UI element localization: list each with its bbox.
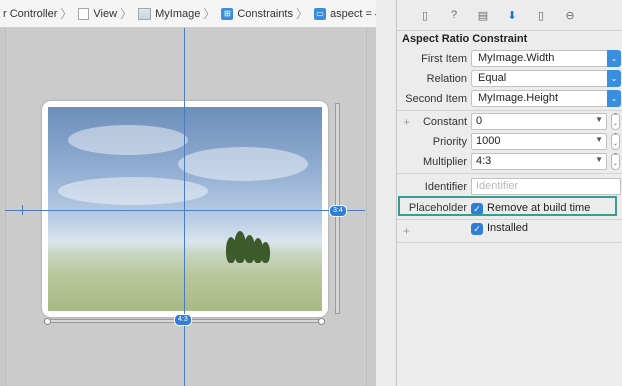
dropdown-arrow-icon: ▼ xyxy=(595,155,603,164)
constant-stepper[interactable]: ⌃ ⌄ xyxy=(611,113,620,130)
multiplier-stepper[interactable]: ⌃ ⌄ xyxy=(611,153,620,170)
installed-row: + ✓ Installed xyxy=(397,222,622,242)
center-guide-vertical xyxy=(184,28,185,386)
dropdown-arrow-icon: ▼ xyxy=(595,135,603,144)
image-view-icon xyxy=(138,7,152,20)
installed-checkbox-label[interactable]: Installed xyxy=(487,222,528,234)
resize-handle[interactable] xyxy=(318,318,325,325)
constraint-icon: ▭ xyxy=(314,7,327,20)
resize-handle[interactable] xyxy=(44,318,51,325)
jump-bar-myimage-label: MyImage xyxy=(155,7,201,20)
chevron-right-icon: 〉 xyxy=(120,7,133,21)
relation-row: Relation Equal ⌄ xyxy=(397,70,622,90)
identifier-placeholder: Identifier xyxy=(476,180,519,192)
inspector-tabs: ▯ ? ▤ ⬇ ▯ ⊖ xyxy=(397,0,622,31)
first-item-row: First Item MyImage.Width ⌄ xyxy=(397,50,622,70)
relation-value: Equal xyxy=(478,72,507,84)
constant-value: 0 xyxy=(476,115,483,127)
center-guide-horizontal xyxy=(5,210,365,211)
dropdown-arrow-icon: ▼ xyxy=(595,115,603,124)
priority-label: Priority xyxy=(432,136,467,148)
jump-bar-item-myimage[interactable]: MyImage xyxy=(138,7,201,20)
second-item-label: Second Item xyxy=(405,93,467,105)
priority-combo[interactable]: 1000 ▼ xyxy=(471,133,607,150)
view-icon xyxy=(78,7,90,20)
priority-value: 1000 xyxy=(476,135,501,147)
chevron-down-icon: ⌄ xyxy=(607,50,621,67)
section-title: Aspect Ratio Constraint xyxy=(402,33,528,45)
identity-icon[interactable]: ▤ xyxy=(477,9,489,22)
cloud-shape xyxy=(178,147,308,181)
second-item-popup[interactable]: MyImage.Height ⌄ xyxy=(471,90,621,107)
identifier-field[interactable]: Identifier xyxy=(471,178,621,195)
divider xyxy=(397,219,622,220)
first-item-popup[interactable]: MyImage.Width ⌄ xyxy=(471,50,621,67)
connections-icon[interactable]: ⊖ xyxy=(564,9,576,22)
identifier-label: Identifier xyxy=(424,181,467,193)
jump-bar: r Controller 〉 View 〉 MyImage 〉 ⊞ Constr… xyxy=(0,0,376,28)
canvas-area: r Controller 〉 View 〉 MyImage 〉 ⊞ Constr… xyxy=(0,0,376,386)
jump-bar-item-view[interactable]: View xyxy=(78,7,118,20)
placeholder-highlight xyxy=(398,196,617,216)
first-item-label: First Item xyxy=(421,53,467,65)
divider xyxy=(397,110,622,111)
jump-bar-aspect-label: aspect = 4:3 xyxy=(330,7,376,20)
file-icon[interactable]: ▯ xyxy=(419,9,431,22)
constant-row: + Constant 0 ▼ ⌃ ⌄ xyxy=(397,113,622,133)
plus-icon[interactable]: + xyxy=(403,224,410,238)
priority-row: Priority 1000 ▼ ⌃ ⌄ xyxy=(397,133,622,153)
relation-popup[interactable]: Equal ⌄ xyxy=(471,70,621,87)
plus-icon[interactable]: + xyxy=(403,115,410,129)
constant-label: Constant xyxy=(422,116,467,128)
chevron-right-icon: 〉 xyxy=(60,7,73,21)
chevron-down-icon: ⌄ xyxy=(607,90,621,107)
priority-stepper[interactable]: ⌃ ⌄ xyxy=(611,133,620,150)
image-view-photo[interactable] xyxy=(48,107,322,311)
first-item-value: MyImage.Width xyxy=(478,52,555,64)
multiplier-value: 4:3 xyxy=(476,155,492,167)
constant-combo[interactable]: 0 ▼ xyxy=(471,113,607,130)
second-item-value: MyImage.Height xyxy=(478,92,559,104)
help-icon[interactable]: ? xyxy=(448,9,460,21)
constraints-icon: ⊞ xyxy=(221,7,234,20)
jump-bar-item-controller[interactable]: r Controller xyxy=(3,8,57,20)
multiplier-row: Multiplier 4:3 ▼ ⌃ ⌄ xyxy=(397,153,622,173)
chevron-right-icon: 〉 xyxy=(296,7,309,21)
multiplier-label: Multiplier xyxy=(422,156,467,168)
identifier-row: Identifier Identifier xyxy=(397,178,622,198)
jump-bar-controller-label: r Controller xyxy=(3,7,58,20)
divider xyxy=(397,242,622,243)
attributes-icon[interactable]: ⬇ xyxy=(506,9,518,22)
jump-bar-constraints-label: Constraints xyxy=(237,7,293,20)
bottom-aspect-badge[interactable]: 4:3 xyxy=(174,314,192,326)
relation-label: Relation xyxy=(426,73,467,85)
second-item-row: Second Item MyImage.Height ⌄ xyxy=(397,90,622,110)
chevron-right-icon: 〉 xyxy=(203,7,216,21)
installed-checkbox[interactable]: ✓ xyxy=(471,223,483,235)
chevron-down-icon: ⌄ xyxy=(607,70,621,87)
cloud-shape xyxy=(58,177,208,205)
divider xyxy=(397,173,622,174)
jump-bar-item-constraints[interactable]: ⊞ Constraints xyxy=(221,7,293,20)
multiplier-combo[interactable]: 4:3 ▼ xyxy=(471,153,607,170)
jump-bar-item-aspect[interactable]: ▭ aspect = 4:3 xyxy=(314,7,376,20)
size-icon[interactable]: ▯ xyxy=(535,9,547,22)
tree-shape xyxy=(261,242,270,263)
cloud-shape xyxy=(68,125,188,155)
inspector-panel: ▯ ? ▤ ⬇ ▯ ⊖ Aspect Ratio Constraint Firs… xyxy=(396,0,622,386)
jump-bar-view-label: View xyxy=(93,7,118,20)
leading-guide-tick xyxy=(22,205,23,215)
aspect-ratio-badge[interactable]: 3:4 xyxy=(329,205,347,217)
